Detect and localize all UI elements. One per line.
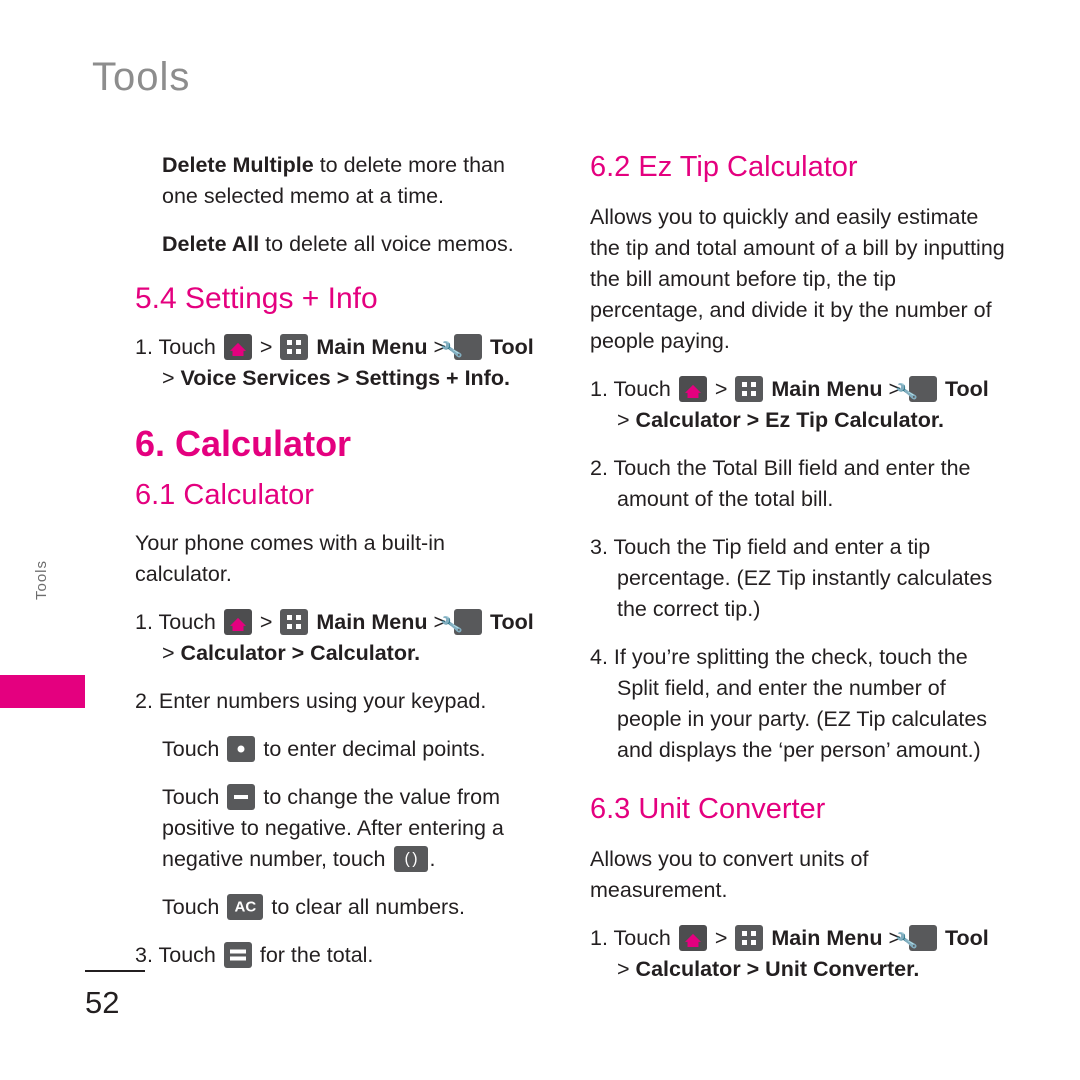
- step-6-2-1: 1. Touch > Main Menu > Tool > Calculator…: [590, 374, 1005, 436]
- term-delete-multiple: Delete Multiple: [162, 153, 314, 177]
- paragraph-delete-multiple: Delete Multiple to delete more than one …: [162, 150, 545, 212]
- section-heading-6: 6. Calculator: [135, 423, 352, 464]
- section-heading-6-3: 6.3 Unit Converter: [590, 793, 826, 825]
- path-6-3: Calculator > Unit Converter.: [635, 957, 920, 981]
- text-touch-dot-post: to enter decimal points.: [263, 737, 486, 761]
- page-title: Tools: [92, 55, 191, 99]
- path-6-1: Calculator > Calculator.: [180, 641, 421, 665]
- step-6-1-1: 1. Touch > Main Menu > Tool > Calculator…: [135, 607, 545, 669]
- step-6-2-1-text: 1. Touch: [590, 377, 671, 401]
- step-6-1-1-text: 1. Touch: [135, 610, 216, 634]
- section-heading-6-1: 6.1 Calculator: [135, 479, 314, 511]
- step-6-3-1-text: 1. Touch: [590, 926, 671, 950]
- footer-divider: [85, 970, 145, 972]
- paragraph-6-3: Allows you to convert units of measureme…: [590, 847, 869, 902]
- text-step-6-1-3-post: for the total.: [259, 943, 374, 967]
- minus-key-icon: [227, 784, 256, 810]
- text-step-6-1-3-pre: 3. Touch: [135, 943, 216, 967]
- main-menu-key-icon: [280, 334, 309, 360]
- label-tool: Tool: [490, 335, 534, 359]
- text-touch-ac-post: to clear all numbers.: [271, 895, 465, 919]
- equals-key-icon: [223, 942, 252, 968]
- home-key-icon: [223, 609, 252, 635]
- text-touch-dot-pre: Touch: [162, 737, 220, 761]
- paragraph-builtin-calculator: Your phone comes with a built-in calcula…: [135, 531, 445, 586]
- paragraph-delete-all: Delete All to delete all voice memos.: [162, 229, 545, 260]
- text-touch-ac-pre: Touch: [162, 895, 220, 919]
- step-5-4-1-text: 1. Touch: [135, 335, 216, 359]
- path-6-2: Calculator > Ez Tip Calculator.: [635, 408, 945, 432]
- instruction-negative-value: Touch to change the value from positive …: [162, 782, 545, 875]
- tool-key-icon: [909, 376, 938, 402]
- path-5-4: Voice Services > Settings + Info.: [180, 366, 510, 390]
- label-main-menu: Main Menu: [316, 610, 428, 634]
- text-delete-all-rest: to delete all voice memos.: [259, 232, 514, 256]
- main-menu-key-icon: [280, 609, 309, 635]
- instruction-decimal-point: Touch to enter decimal points.: [162, 734, 545, 765]
- label-main-menu: Main Menu: [771, 926, 883, 950]
- main-menu-key-icon: [735, 376, 764, 402]
- label-tool: Tool: [945, 926, 989, 950]
- instruction-clear-all: Touch to clear all numbers.: [162, 892, 545, 923]
- home-key-icon: [678, 376, 707, 402]
- label-main-menu: Main Menu: [771, 377, 883, 401]
- side-tab-label: Tools: [33, 559, 50, 600]
- step-6-2-4: 4. If you’re splitting the check, touch …: [590, 645, 988, 762]
- main-menu-key-icon: [735, 925, 764, 951]
- label-tool: Tool: [945, 377, 989, 401]
- step-6-2-2: 2. Touch the Total Bill field and enter …: [590, 456, 971, 511]
- section-heading-5-4: 5.4 Settings + Info: [135, 282, 378, 315]
- tool-key-icon: [454, 609, 483, 635]
- section-heading-6-2: 6.2 Ez Tip Calculator: [590, 151, 858, 183]
- manual-page: Tools Tools Delete Multiple to delete mo…: [0, 0, 1080, 1080]
- home-key-icon: [678, 925, 707, 951]
- left-column: Delete Multiple to delete more than one …: [135, 150, 545, 988]
- step-6-3-1: 1. Touch > Main Menu > Tool > Calculator…: [590, 923, 1005, 985]
- parenthesis-key-icon: [393, 846, 428, 872]
- paragraph-6-2: Allows you to quickly and easily estimat…: [590, 205, 1005, 353]
- step-6-2-3: 3. Touch the Tip field and enter a tip p…: [590, 535, 993, 621]
- decimal-point-key-icon: [227, 736, 256, 762]
- tool-key-icon: [909, 925, 938, 951]
- step-5-4-1: 1. Touch > Main Menu > Tool > Voice Serv…: [135, 332, 545, 394]
- label-tool: Tool: [490, 610, 534, 634]
- right-column: 6.2 Ez Tip Calculator Allows you to quic…: [590, 150, 1005, 1002]
- step-6-1-2: 2. Enter numbers using your keypad.: [135, 689, 487, 713]
- text-touch-minus-pre: Touch: [162, 785, 220, 809]
- home-key-icon: [223, 334, 252, 360]
- term-delete-all: Delete All: [162, 232, 260, 256]
- step-6-1-3: 3. Touch for the total.: [135, 940, 545, 971]
- side-tab-bar: [0, 675, 85, 708]
- text-touch-minus-end: .: [429, 847, 436, 871]
- label-main-menu: Main Menu: [316, 335, 428, 359]
- all-clear-key-icon: [227, 894, 264, 920]
- page-number: 52: [85, 985, 120, 1020]
- tool-key-icon: [454, 334, 483, 360]
